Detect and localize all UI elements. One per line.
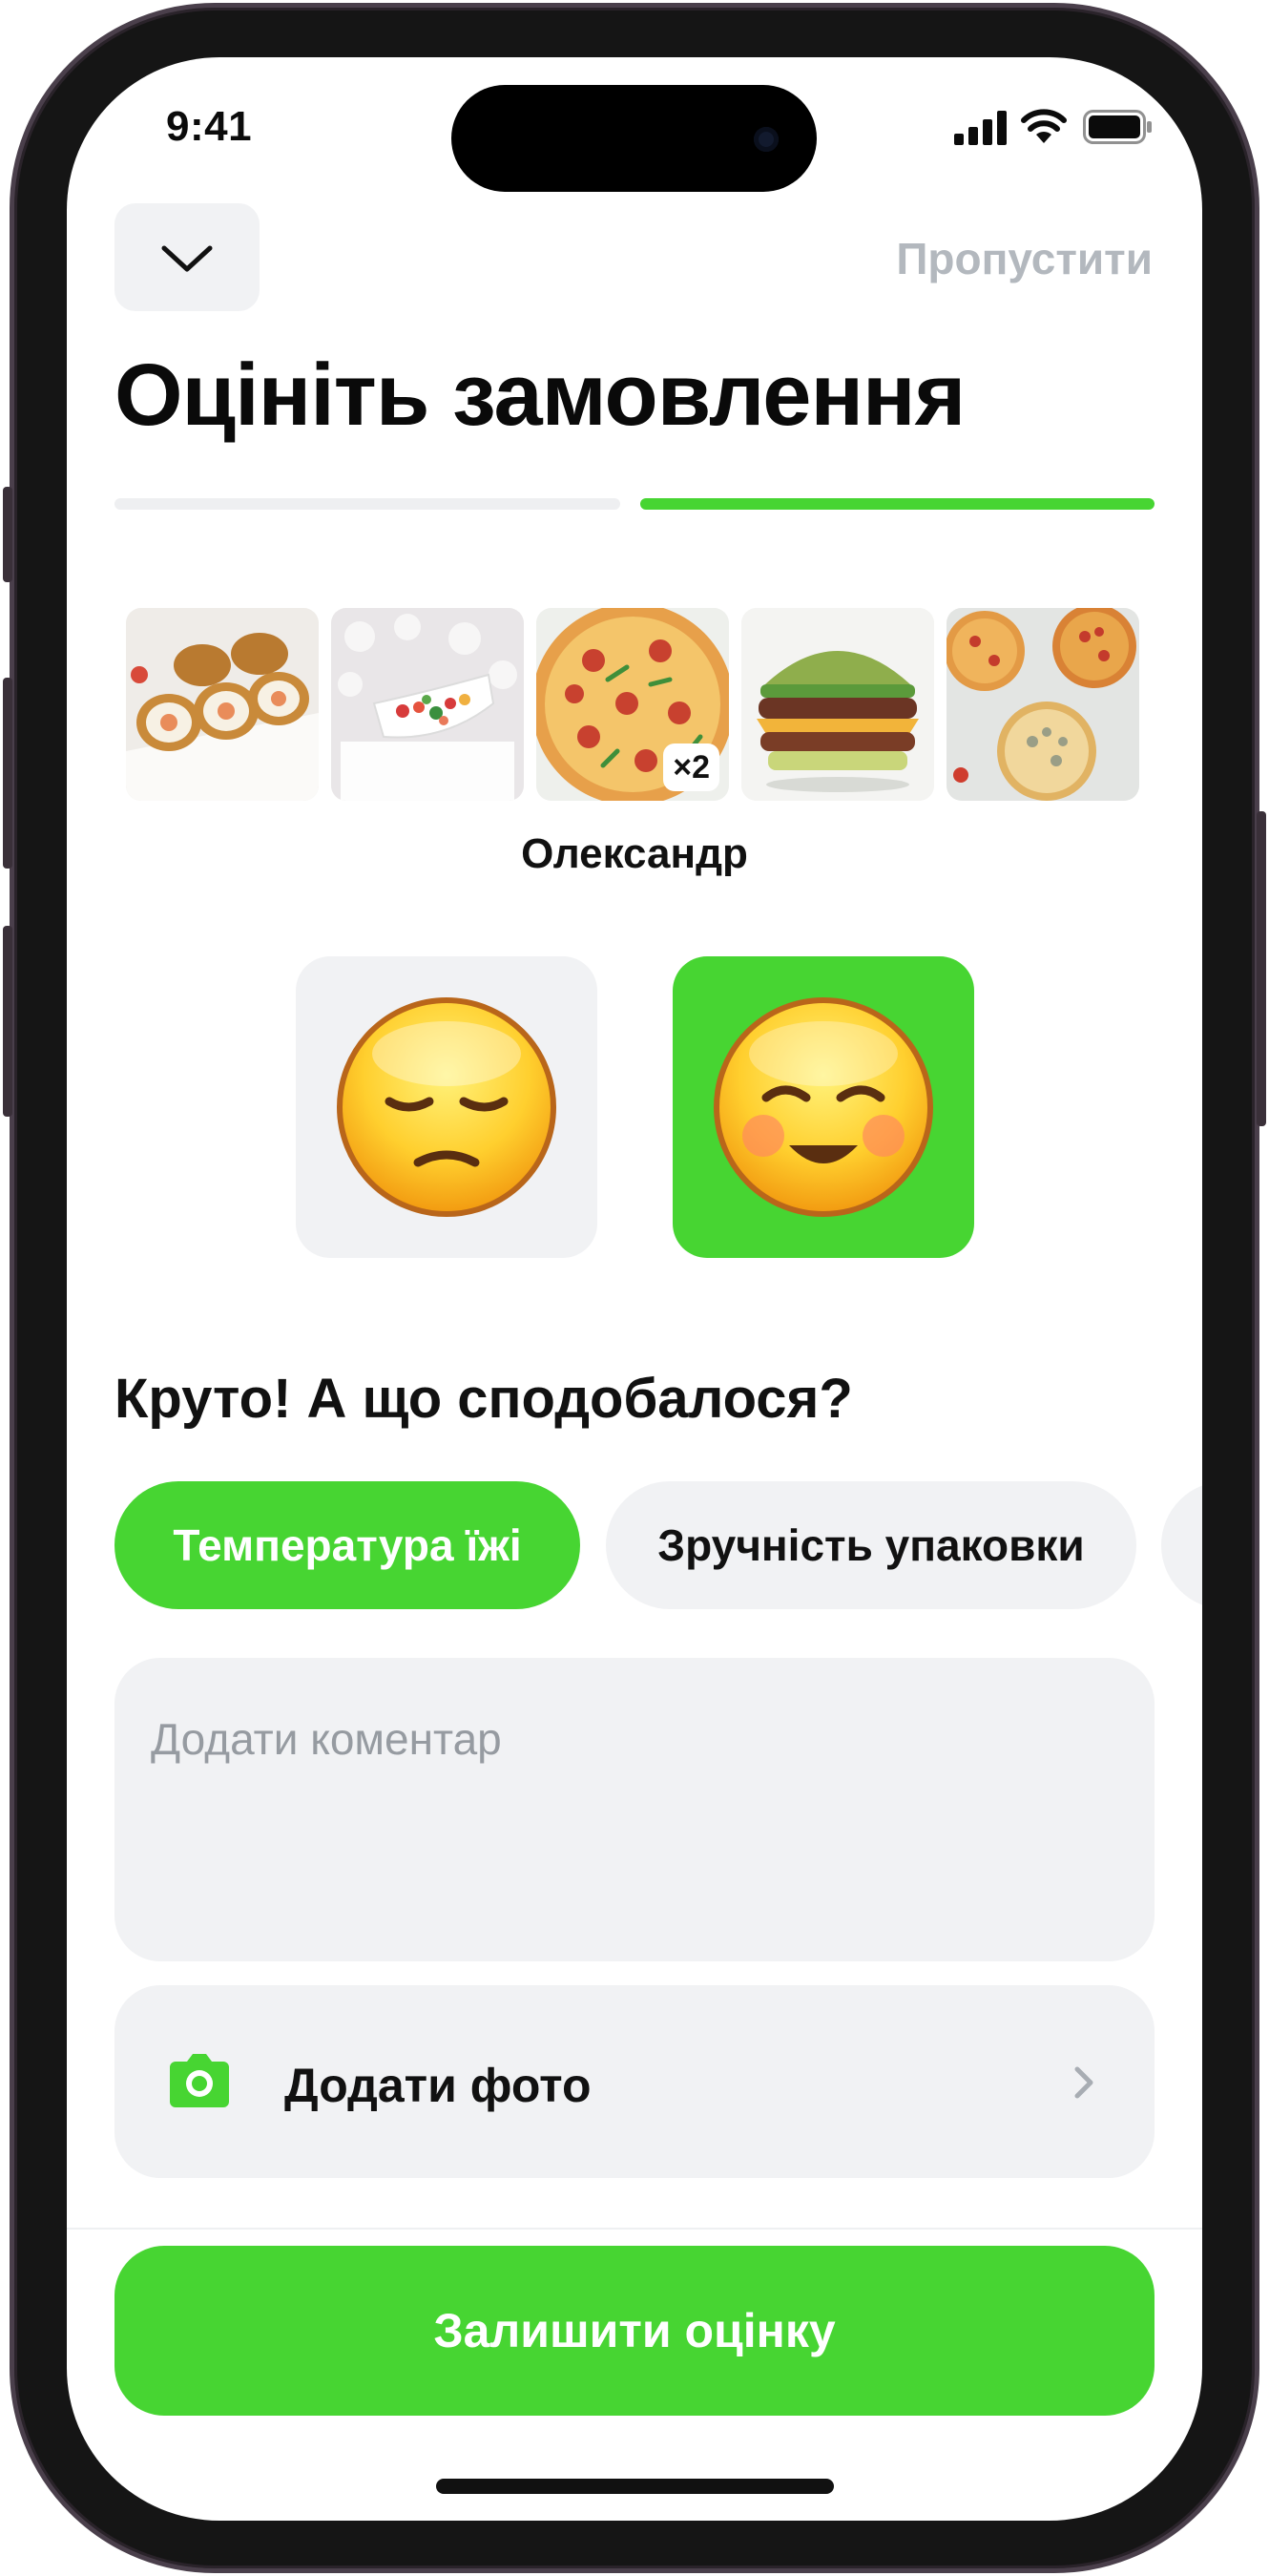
comment-input[interactable] — [151, 1713, 1118, 1906]
quantity-badge: ×2 — [663, 743, 719, 791]
progress-step-1 — [114, 498, 620, 510]
bottom-divider — [67, 2228, 1202, 2230]
battery-icon — [1083, 110, 1152, 144]
order-item-salad — [331, 608, 524, 801]
feedback-question: Круто! А що сподобалося? — [114, 1368, 853, 1430]
dynamic-island — [451, 85, 817, 192]
order-item-pizza: ×2 — [536, 608, 729, 801]
side-button — [3, 678, 12, 869]
wifi-icon — [1021, 109, 1067, 143]
progress-step-2 — [640, 498, 1155, 510]
unamused-face-icon — [337, 997, 556, 1217]
chip-more[interactable] — [1161, 1481, 1202, 1609]
status-time: 9:41 — [166, 103, 253, 150]
cellular-signal-icon — [954, 111, 1007, 145]
side-button — [3, 926, 12, 1117]
add-photo-label: Додати фото — [284, 2059, 592, 2112]
submit-rating-button[interactable]: Залишити оцінку — [114, 2246, 1155, 2416]
courier-name: Олександр — [521, 830, 748, 877]
chip-packaging-convenience[interactable]: Зручність упаковки — [606, 1481, 1136, 1609]
collapse-button[interactable] — [114, 203, 260, 311]
app-screen: 9:41 Пропустити Оцініть замовлення ×2 Ол… — [67, 57, 1202, 2521]
order-item-pizza-set — [947, 608, 1139, 801]
order-item-sushi-rolls — [126, 608, 319, 801]
chevron-down-icon — [161, 245, 213, 271]
smiling-face-icon — [714, 997, 933, 1217]
chip-food-temperature[interactable]: Температура їжі — [114, 1481, 580, 1609]
chevron-right-icon — [1074, 2066, 1093, 2099]
home-indicator — [436, 2479, 834, 2494]
skip-button[interactable]: Пропустити — [896, 233, 1153, 284]
add-photo-button[interactable]: Додати фото — [114, 1985, 1155, 2178]
rating-option-like[interactable] — [673, 956, 974, 1258]
comment-field[interactable] — [114, 1658, 1155, 1961]
page-title: Оцініть замовлення — [114, 346, 966, 444]
camera-icon — [170, 2054, 229, 2107]
rating-option-dislike[interactable] — [296, 956, 597, 1258]
order-item-burger — [741, 608, 934, 801]
side-button — [3, 487, 12, 582]
order-items: ×2 — [126, 608, 1139, 801]
side-button — [1257, 811, 1266, 1126]
